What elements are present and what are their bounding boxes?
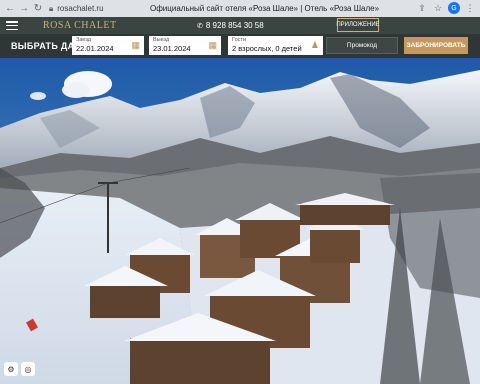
browser-actions: ⇪ ☆ G ⋮: [416, 2, 476, 14]
forward-icon[interactable]: →: [19, 3, 29, 14]
app-button[interactable]: ПРИЛОЖЕНИЕ: [336, 18, 380, 32]
calendar-icon: ▦: [131, 40, 140, 50]
star-icon[interactable]: ☆: [432, 2, 444, 14]
phone-link[interactable]: ✆ 8 928 854 30 58: [197, 21, 264, 30]
hero-photo: [0, 58, 480, 384]
phone-icon: ✆: [197, 22, 203, 30]
checkin-field[interactable]: Заезд 22.01.2024 ▦: [72, 36, 144, 55]
booking-bar: ВЫБРАТЬ ДАТЫ Заезд 22.01.2024 ▦ Выезд 23…: [0, 34, 480, 58]
share-icon[interactable]: ⇪: [416, 2, 428, 14]
browser-toolbar: ← → ↻ 🔒︎ rosachalet.ru Официальный сайт …: [0, 0, 480, 17]
checkout-value: 23.01.2024: [153, 44, 191, 53]
camera-icon[interactable]: ◎: [21, 362, 35, 376]
promo-code-button[interactable]: Промокод: [326, 37, 398, 54]
site-header: ROSA CHALET ✆ 8 928 854 30 58 ПРИЛОЖЕНИЕ: [0, 17, 480, 34]
calendar-icon: ▦: [208, 40, 217, 50]
browser-nav: ← → ↻: [0, 3, 43, 14]
checkout-field[interactable]: Выезд 23.01.2024 ▦: [149, 36, 221, 55]
guests-field[interactable]: Гости 2 взрослых, 0 детей ♟: [228, 36, 323, 55]
corner-toolbar: ⚙ ◎: [4, 362, 35, 376]
book-button[interactable]: ЗАБРОНИРОВАТЬ: [404, 37, 468, 54]
guests-value: 2 взрослых, 0 детей: [232, 44, 302, 53]
person-icon: ♟: [310, 40, 319, 50]
checkout-label: Выезд: [153, 37, 170, 43]
hero-image: [0, 58, 480, 384]
back-icon[interactable]: ←: [5, 3, 15, 14]
checkin-value: 22.01.2024: [76, 44, 114, 53]
extension-icon[interactable]: G: [448, 2, 460, 14]
menu-icon[interactable]: ⋮: [464, 2, 476, 14]
reload-icon[interactable]: ↻: [33, 3, 43, 14]
guests-label: Гости: [232, 37, 247, 43]
hamburger-menu-icon[interactable]: [6, 21, 18, 30]
settings-icon[interactable]: ⚙: [4, 362, 18, 376]
tab-title: Официальный сайт отеля «Роза Шале» | Оте…: [150, 4, 380, 13]
site-logo[interactable]: ROSA CHALET: [43, 20, 117, 31]
phone-number: 8 928 854 30 58: [205, 21, 264, 30]
checkin-label: Заезд: [76, 37, 91, 43]
lock-icon[interactable]: 🔒︎: [49, 4, 53, 14]
